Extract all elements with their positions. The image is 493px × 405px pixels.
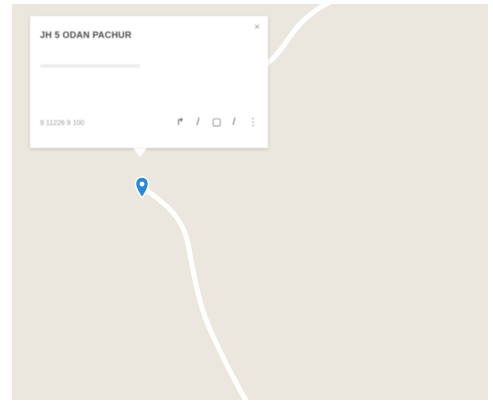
road-lower xyxy=(143,187,249,400)
map-canvas[interactable]: JH 5 ODAN PACHUR × 9 11226 9 100 ↱ / ▢ /… xyxy=(12,4,488,400)
edit-icon[interactable]: / xyxy=(194,117,202,128)
place-title: JH 5 ODAN PACHUR xyxy=(40,30,132,40)
share-icon[interactable]: / xyxy=(230,117,238,128)
place-info-card: JH 5 ODAN PACHUR × 9 11226 9 100 ↱ / ▢ /… xyxy=(30,16,268,148)
directions-icon[interactable]: ↱ xyxy=(176,117,184,128)
place-subtitle xyxy=(40,64,140,68)
close-icon[interactable]: × xyxy=(254,23,260,33)
save-icon[interactable]: ▢ xyxy=(212,117,221,128)
road-upper xyxy=(257,4,332,71)
location-pin-icon[interactable] xyxy=(134,176,150,200)
place-phone: 9 11226 9 100 xyxy=(40,120,85,127)
more-icon[interactable]: ⋮ xyxy=(248,117,258,128)
card-action-bar: ↱ / ▢ / ⋮ xyxy=(176,117,258,128)
info-card-pointer xyxy=(133,148,147,157)
